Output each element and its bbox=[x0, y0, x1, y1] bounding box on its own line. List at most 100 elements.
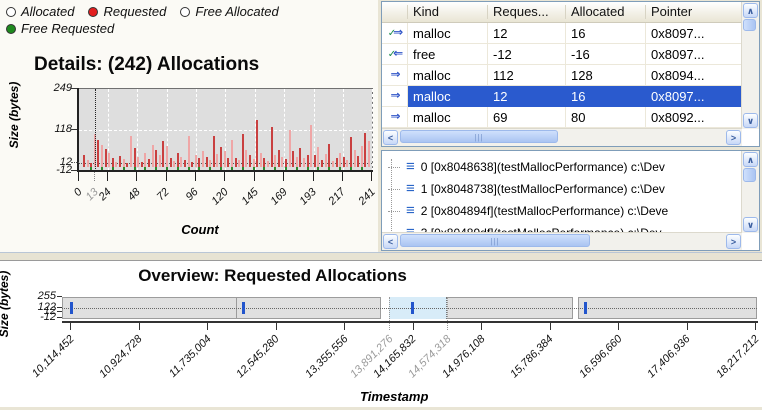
allocation-bar[interactable] bbox=[361, 146, 363, 167]
allocation-bar[interactable] bbox=[177, 153, 179, 167]
legend-item-free-requested[interactable]: Free Requested bbox=[6, 21, 114, 36]
overview-timeline-band[interactable] bbox=[62, 297, 757, 319]
scroll-up-button[interactable]: ∧ bbox=[743, 152, 758, 167]
scrollbar-thumb[interactable]: ||| bbox=[400, 130, 558, 143]
allocation-bar[interactable] bbox=[267, 161, 269, 167]
allocation-bar[interactable] bbox=[350, 137, 352, 167]
scroll-left-button[interactable]: < bbox=[383, 130, 398, 145]
allocation-bar[interactable] bbox=[123, 159, 125, 167]
allocation-bar[interactable] bbox=[235, 158, 237, 167]
stack-horizontal-scrollbar[interactable]: < ||| > bbox=[382, 232, 742, 250]
allocation-bar[interactable] bbox=[231, 140, 233, 168]
allocation-bar[interactable] bbox=[198, 158, 200, 167]
allocation-bar[interactable] bbox=[134, 148, 136, 167]
scrollbar-thumb[interactable] bbox=[743, 168, 756, 182]
column-header-icon[interactable] bbox=[382, 2, 408, 22]
allocation-bar[interactable] bbox=[317, 147, 319, 167]
column-header-Allocated[interactable]: Allocated bbox=[566, 2, 646, 22]
allocation-bar[interactable] bbox=[173, 161, 175, 167]
allocation-bar[interactable] bbox=[188, 136, 190, 167]
stack-frame-item[interactable]: ≡2 [0x804894f](testMallocPerformance) c:… bbox=[388, 201, 668, 221]
allocation-bar[interactable] bbox=[364, 133, 366, 168]
table-row[interactable]: ⇒malloc12160x8097... bbox=[382, 86, 742, 107]
allocation-bar[interactable] bbox=[289, 130, 291, 167]
table-vertical-scrollbar[interactable]: ∧ ∨ bbox=[741, 2, 759, 129]
scroll-right-button[interactable]: > bbox=[726, 130, 741, 145]
scroll-down-button[interactable]: ∨ bbox=[743, 217, 758, 232]
allocation-bar[interactable] bbox=[303, 158, 305, 167]
allocation-bar[interactable] bbox=[213, 136, 215, 167]
allocation-bar[interactable] bbox=[332, 161, 334, 167]
allocation-bar[interactable] bbox=[310, 125, 312, 167]
allocation-bar[interactable] bbox=[216, 154, 218, 167]
allocation-bar[interactable] bbox=[202, 151, 204, 167]
allocation-bar[interactable] bbox=[220, 147, 222, 167]
allocation-bar[interactable] bbox=[170, 158, 172, 167]
table-row[interactable]: ⇒malloc69800x8092... bbox=[382, 107, 742, 128]
column-header-Reques...[interactable]: Reques... bbox=[488, 2, 566, 22]
allocation-bar[interactable] bbox=[253, 159, 255, 167]
allocation-bar[interactable] bbox=[299, 148, 301, 167]
table-row[interactable]: ✓⇐free-12-160x8097... bbox=[382, 44, 742, 65]
allocation-bar[interactable] bbox=[307, 155, 309, 168]
allocation-bar[interactable] bbox=[184, 160, 186, 167]
allocation-bar[interactable] bbox=[249, 155, 251, 167]
allocation-bar[interactable] bbox=[148, 159, 150, 167]
legend-item-allocated[interactable]: Allocated bbox=[6, 4, 74, 19]
timeline-marker[interactable] bbox=[584, 302, 587, 314]
allocation-bar[interactable] bbox=[354, 150, 356, 167]
stack-frame-item[interactable]: ≡1 [0x8048738](testMallocPerformance) c:… bbox=[388, 179, 665, 199]
allocation-bar[interactable] bbox=[245, 150, 247, 168]
allocation-bar[interactable] bbox=[271, 127, 273, 167]
allocation-bar[interactable] bbox=[343, 157, 345, 167]
timeline-marker[interactable] bbox=[242, 302, 245, 314]
scroll-up-button[interactable]: ∧ bbox=[743, 3, 758, 18]
allocation-bar[interactable] bbox=[227, 158, 229, 167]
allocation-bar[interactable] bbox=[159, 155, 161, 168]
allocation-bar[interactable] bbox=[278, 150, 280, 168]
timeline-marker[interactable] bbox=[70, 302, 73, 314]
allocation-bar[interactable] bbox=[281, 157, 283, 167]
allocation-bar[interactable] bbox=[108, 153, 110, 167]
column-header-Pointer[interactable]: Pointer bbox=[646, 2, 742, 22]
stack-frame-item[interactable]: ≡0 [0x8048638](testMallocPerformance) c:… bbox=[388, 157, 665, 177]
allocation-bar[interactable] bbox=[101, 145, 103, 168]
allocation-bar[interactable] bbox=[195, 155, 197, 168]
allocation-bar[interactable] bbox=[209, 160, 211, 168]
allocation-bar[interactable] bbox=[166, 146, 168, 167]
stack-vertical-scrollbar[interactable]: ∧ ∨ bbox=[741, 151, 759, 233]
legend-item-free-allocated[interactable]: Free Allocated bbox=[180, 4, 278, 19]
table-row[interactable]: ✓⇒malloc12160x8097... bbox=[382, 23, 742, 44]
timeline-marker[interactable] bbox=[411, 302, 414, 314]
allocation-bar[interactable] bbox=[126, 163, 128, 167]
allocation-bar[interactable] bbox=[191, 162, 193, 167]
allocation-bar[interactable] bbox=[152, 145, 154, 167]
details-plot-area[interactable] bbox=[78, 88, 373, 172]
allocation-bar[interactable] bbox=[285, 159, 287, 167]
allocation-bar[interactable] bbox=[292, 151, 294, 167]
allocation-bar[interactable] bbox=[155, 150, 157, 168]
scroll-left-button[interactable]: < bbox=[383, 234, 398, 249]
allocation-bar[interactable] bbox=[263, 158, 265, 167]
allocation-bar[interactable] bbox=[336, 158, 338, 167]
allocation-bar[interactable] bbox=[325, 154, 327, 167]
column-header-Kind[interactable]: Kind bbox=[408, 2, 488, 22]
allocation-bar[interactable] bbox=[83, 155, 85, 168]
allocation-bar[interactable] bbox=[141, 162, 143, 168]
scroll-down-button[interactable]: ∨ bbox=[743, 113, 758, 128]
allocation-bar[interactable] bbox=[206, 157, 208, 167]
allocation-bar[interactable] bbox=[368, 141, 370, 168]
scroll-right-button[interactable]: > bbox=[726, 234, 741, 249]
allocation-bar[interactable] bbox=[328, 144, 330, 168]
scrollbar-thumb[interactable] bbox=[743, 19, 756, 31]
allocation-bar[interactable] bbox=[339, 153, 341, 167]
allocation-bar[interactable] bbox=[274, 155, 276, 168]
legend-item-requested[interactable]: Requested bbox=[88, 4, 166, 19]
allocation-bar[interactable] bbox=[97, 140, 99, 168]
allocation-bar[interactable] bbox=[119, 156, 121, 167]
allocation-bar[interactable] bbox=[357, 156, 359, 167]
allocation-bar[interactable] bbox=[260, 153, 262, 167]
allocation-bar[interactable] bbox=[321, 160, 323, 168]
allocation-bar[interactable] bbox=[242, 134, 244, 167]
allocation-bar[interactable] bbox=[180, 157, 182, 167]
